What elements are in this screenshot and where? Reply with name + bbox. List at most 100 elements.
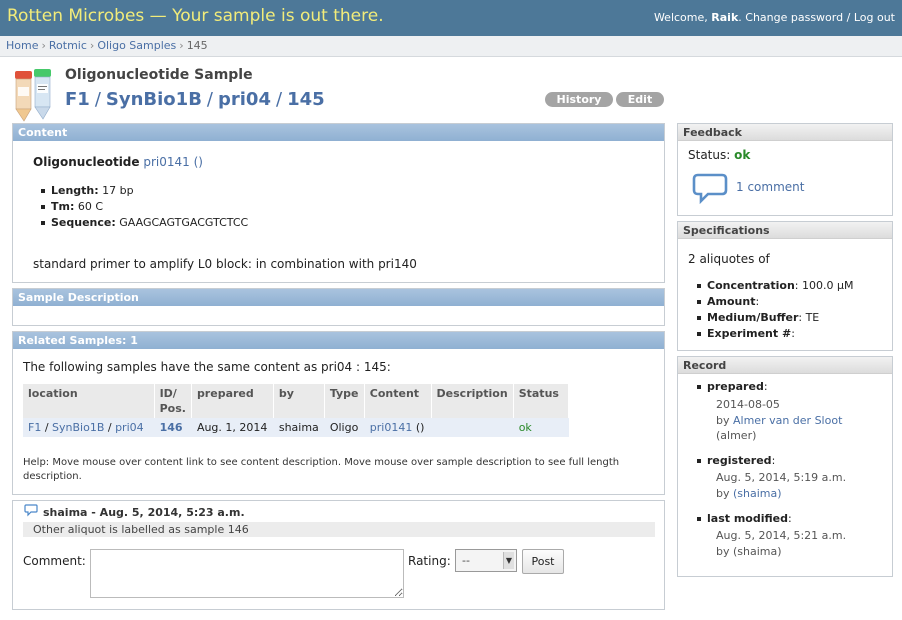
feedback-heading: Feedback: [678, 124, 892, 141]
title-container-link[interactable]: SynBio1B: [106, 89, 202, 110]
rating-select[interactable]: -- ▼: [455, 549, 517, 572]
row-oligo-link[interactable]: pri0141: [370, 421, 413, 434]
concentration-value: : 100.0 µM: [794, 279, 854, 292]
cell-location: F1 / SynBio1B / pri04: [23, 418, 155, 437]
amount-label: Amount: [707, 295, 756, 308]
content-description: standard primer to amplify L0 block: in …: [33, 257, 417, 271]
comments-icon[interactable]: [692, 172, 728, 204]
amount-value: :: [755, 295, 760, 308]
record-prepared-label: prepared: [707, 380, 764, 393]
record-prepared-date: 2014-08-05: [716, 398, 780, 411]
record-modified-label: last modified: [707, 512, 788, 525]
breadcrumb-separator: ›: [89, 39, 95, 52]
rating-label: Rating:: [408, 554, 451, 568]
tm-value: 60 C: [77, 200, 104, 213]
col-location: location: [23, 384, 155, 418]
record-registered-date: Aug. 5, 2014, 5:19 a.m.: [716, 471, 847, 484]
edit-button[interactable]: Edit: [616, 92, 664, 107]
content-type-line: Oligonucleotide pri0141 (): [33, 155, 203, 169]
cell-description: [431, 418, 514, 437]
content-type-label: Oligonucleotide: [33, 155, 140, 169]
sample-description-panel: Sample Description: [12, 288, 665, 326]
username: Raik: [711, 11, 739, 24]
cell-by: shaima: [273, 418, 325, 437]
oligo-link[interactable]: pri0141 (): [143, 155, 203, 169]
title-location-link[interactable]: F1: [65, 89, 90, 110]
cell-content: pri0141 (): [364, 418, 432, 437]
breadcrumb-separator: ›: [179, 39, 184, 52]
site-title[interactable]: Rotten Microbes — Your sample is out the…: [7, 6, 384, 26]
top-header: Rotten Microbes — Your sample is out the…: [0, 0, 902, 36]
concentration-label: Concentration: [707, 279, 795, 292]
aliquots-text: 2 aliquotes of: [688, 252, 770, 266]
col-type: Type: [324, 384, 365, 418]
record-modified-by: by (shaima): [716, 545, 782, 558]
record-registered-by-prefix: by: [716, 487, 730, 500]
sequence-value: GAAGCAGTGACGTCTCC: [119, 216, 249, 229]
col-description: Description: [431, 384, 514, 418]
content-panel-heading: Content: [13, 124, 664, 141]
medium-value: : TE: [798, 311, 820, 324]
row-content-link[interactable]: pri04: [115, 421, 144, 434]
comment-text: Other aliquot is labelled as sample 146: [23, 522, 655, 537]
medium-label: Medium/Buffer: [707, 311, 799, 324]
record-registered-by-link[interactable]: (shaima): [733, 487, 782, 500]
medium-item: Medium/Buffer: TE: [693, 310, 853, 326]
breadcrumb-oligo-samples[interactable]: Oligo Samples: [97, 39, 176, 52]
feedback-status-value: ok: [734, 148, 751, 162]
change-password-link[interactable]: Change password: [745, 11, 843, 24]
breadcrumb-rotmic[interactable]: Rotmic: [49, 39, 87, 52]
page-title: F1/SynBio1B / pri04/145: [65, 89, 325, 110]
related-intro: The following samples have the same cont…: [23, 360, 391, 374]
experiment-label: Experiment #: [707, 327, 792, 340]
feedback-panel: Feedback Status: ok 1 comment: [677, 123, 893, 216]
record-prepared-by: by Almer van der Sloot: [716, 413, 842, 429]
experiment-value: :: [791, 327, 795, 340]
comment-count-link[interactable]: 1 comment: [736, 180, 804, 194]
record-heading: Record: [678, 357, 892, 374]
title-content-link[interactable]: pri04: [218, 89, 271, 110]
record-prepared-user-link[interactable]: (almer): [716, 428, 756, 444]
record-modified-date: Aug. 5, 2014, 5:21 a.m.: [716, 529, 847, 542]
related-help-text: Help: Move mouse over content link to se…: [23, 457, 620, 482]
comment-author-line: shaima - Aug. 5, 2014, 5:23 a.m.: [43, 506, 245, 519]
comment-input[interactable]: [90, 549, 404, 598]
record-prepared-item: prepared:: [693, 379, 768, 395]
header-separator: /: [846, 11, 851, 24]
record-registered: registered:: [693, 453, 775, 469]
record-prepared-by-link[interactable]: Almer van der Sloot: [733, 414, 842, 427]
specifications-list: Concentration: 100.0 µM Amount: Medium/B…: [693, 278, 853, 342]
row-container-link[interactable]: SynBio1B: [52, 421, 104, 434]
record-registered-label: registered: [707, 454, 772, 467]
length-item: Length: 17 bp: [37, 183, 248, 199]
comment-bubble-icon: [24, 504, 38, 517]
post-button[interactable]: Post: [522, 549, 564, 574]
content-panel: Content Oligonucleotide pri0141 () Lengt…: [12, 123, 665, 283]
record-panel: Record prepared: 2014-08-05 by Almer van…: [677, 356, 893, 577]
col-status: Status: [513, 384, 570, 418]
record-modified: last modified:: [693, 511, 792, 527]
feedback-status: Status: ok: [688, 148, 750, 162]
specifications-panel: Specifications 2 aliquotes of Concentrat…: [677, 221, 893, 351]
record-registered-item: registered:: [693, 453, 775, 469]
logout-link[interactable]: Log out: [854, 11, 895, 24]
sequence-label: Sequence:: [51, 216, 116, 229]
related-samples-table: location ID/Pos. prepared by Type Conten…: [23, 384, 570, 437]
concentration-item: Concentration: 100.0 µM: [693, 278, 853, 294]
row-location-link[interactable]: F1: [28, 421, 41, 434]
history-button[interactable]: History: [545, 92, 613, 107]
row-sample-id-link[interactable]: 146: [160, 421, 183, 434]
breadcrumb-current: 145: [186, 39, 208, 52]
cell-type: Oligo: [324, 418, 365, 437]
length-label: Length:: [51, 184, 99, 197]
breadcrumb: Home › Rotmic › Oligo Samples › 145: [0, 36, 902, 57]
breadcrumb-home[interactable]: Home: [6, 39, 38, 52]
title-sample-id: 145: [287, 89, 325, 110]
tm-item: Tm: 60 C: [37, 199, 248, 215]
page-kind: Oligonucleotide Sample: [65, 67, 253, 83]
comment-label: Comment:: [23, 554, 86, 568]
col-by: by: [273, 384, 325, 418]
record-modified-item: last modified:: [693, 511, 792, 527]
related-samples-panel: Related Samples: 1 The following samples…: [12, 331, 665, 495]
col-prepared: prepared: [191, 384, 274, 418]
